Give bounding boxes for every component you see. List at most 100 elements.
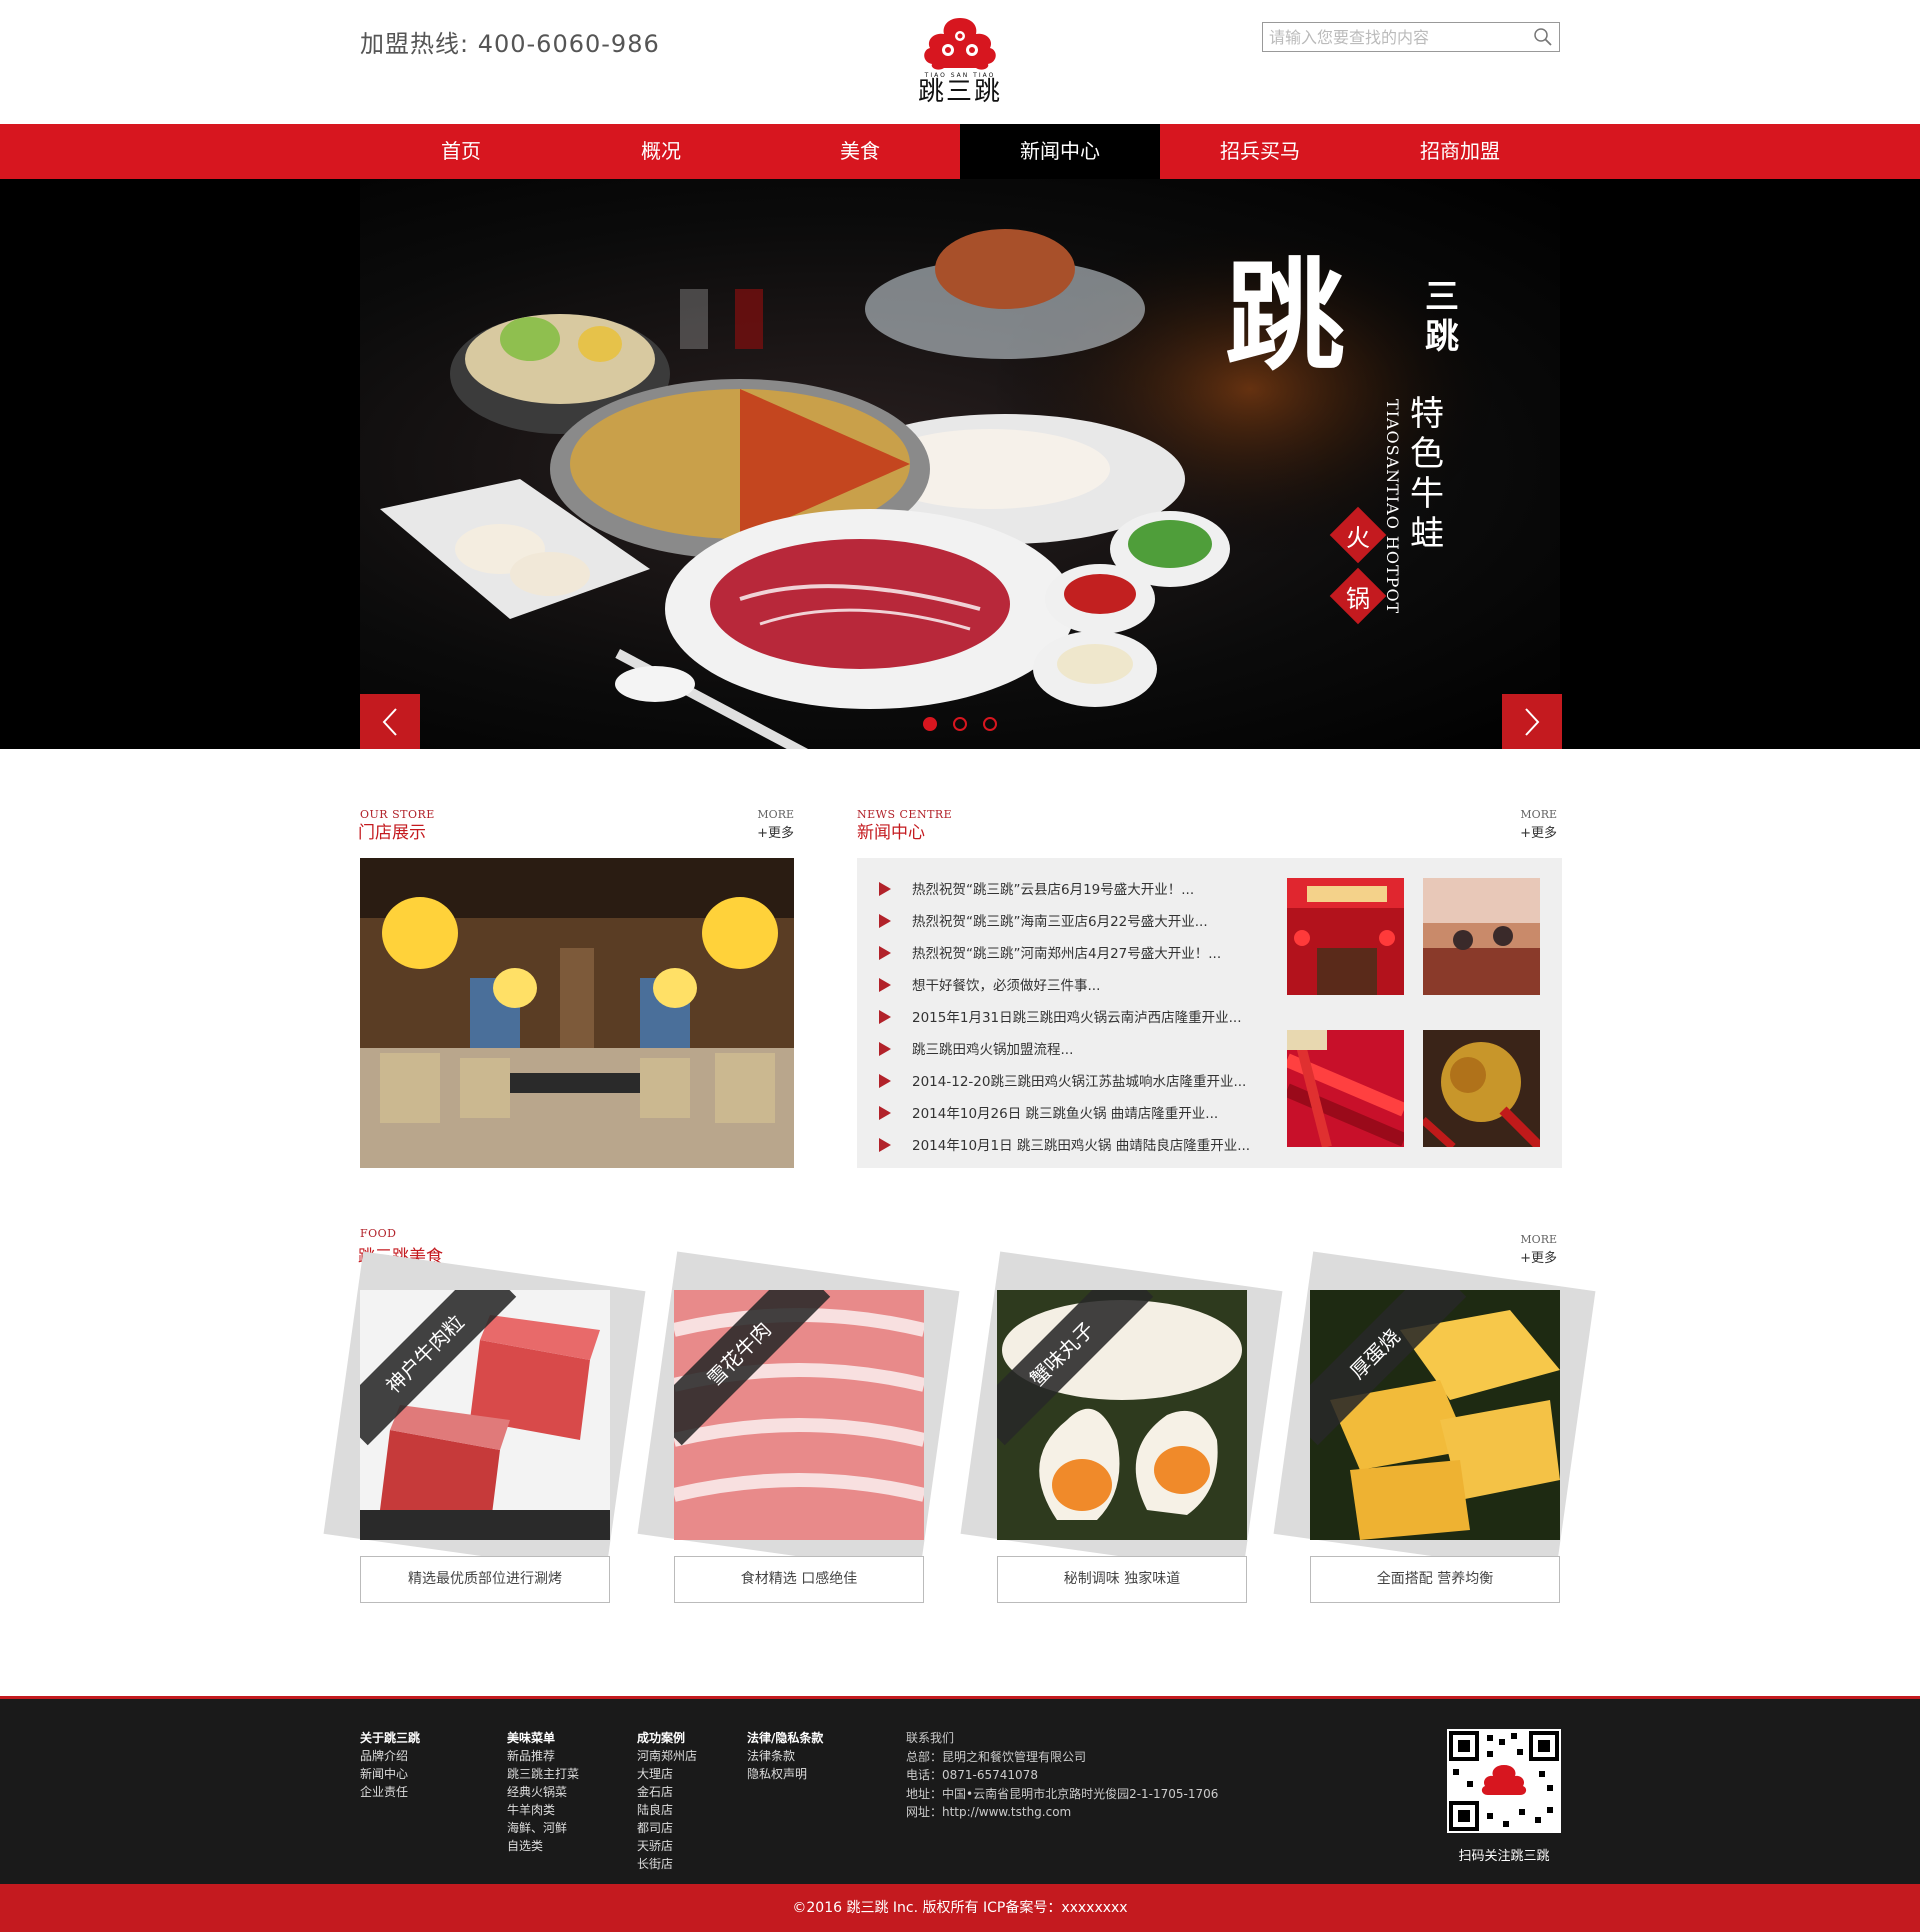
news-more-en: MORE: [1520, 808, 1557, 821]
banner-tag-2: 锅: [1346, 585, 1370, 613]
banner-food-image: [360, 179, 1560, 749]
food-image: 厚蛋烧: [1310, 1290, 1560, 1540]
footer-link[interactable]: 陆良店: [637, 1801, 697, 1819]
hotpot-illustration: [380, 219, 1510, 749]
banner-next-button[interactable]: [1502, 694, 1562, 749]
footer-link[interactable]: 牛羊肉类: [507, 1801, 579, 1819]
contact-line: 总部：昆明之和餐饮管理有限公司: [906, 1749, 1087, 1764]
news-item[interactable]: 2014年10月26日 跳三跳鱼火锅 曲靖店隆重开业...: [857, 1102, 1277, 1122]
news-item[interactable]: 热烈祝贺“跳三跳”河南郑州店4月27号盛大开业！...: [857, 942, 1277, 962]
contact-line: 网址：http://www.tsthg.com: [906, 1805, 1072, 1819]
footer-link[interactable]: 海鲜、河鲜: [507, 1819, 579, 1837]
footer-heading: 关于跳三跳: [360, 1731, 421, 1745]
store-more-link[interactable]: +更多: [734, 822, 794, 841]
store-photo[interactable]: [360, 858, 794, 1168]
triangle-bullet-icon: [879, 1010, 891, 1024]
food-more-link[interactable]: +更多: [1497, 1247, 1557, 1266]
footer-link[interactable]: 大理店: [637, 1765, 697, 1783]
news-thumb-spices[interactable]: [1423, 1030, 1540, 1147]
site-footer: 关于跳三跳 品牌介绍 新闻中心 企业责任 美味菜单 新品推荐 跳三跳主打菜 经典…: [0, 1696, 1920, 1884]
chevron-right-icon: [1525, 708, 1540, 736]
search-input[interactable]: [1269, 26, 1527, 48]
footer-col-menu: 美味菜单 新品推荐 跳三跳主打菜 经典火锅菜 牛羊肉类 海鲜、河鲜 自选类: [507, 1729, 579, 1855]
footer-link[interactable]: 品牌介绍: [360, 1747, 420, 1765]
food-card[interactable]: 蟹味丸子 秘制调味 独家味道: [960, 1251, 1283, 1605]
footer-link[interactable]: 都司店: [637, 1819, 697, 1837]
footer-link[interactable]: 金石店: [637, 1783, 697, 1801]
storefront-image: [1287, 878, 1404, 995]
triangle-bullet-icon: [879, 914, 891, 928]
food-image: 蟹味丸子: [997, 1290, 1247, 1540]
nav-item-home[interactable]: 首页: [361, 124, 561, 179]
news-more-link[interactable]: +更多: [1497, 822, 1557, 841]
chevron-left-icon: [382, 708, 397, 736]
qr-code: [1447, 1729, 1561, 1833]
banner-prev-button[interactable]: [360, 694, 420, 749]
page: 加盟热线: 400-6060-986 TIAO SAN TIAO 跳三跳 请输入…: [0, 0, 1920, 1932]
qr-caption: 扫码关注跳三跳: [1458, 1849, 1550, 1864]
food-card[interactable]: 神户牛肉粒 精选最优质部位进行涮烤: [323, 1251, 646, 1605]
triangle-bullet-icon: [879, 1074, 891, 1088]
footer-link[interactable]: 隐私权声明: [747, 1765, 823, 1783]
nav-item-overview[interactable]: 概况: [561, 124, 761, 179]
footer-link[interactable]: 自选类: [507, 1837, 579, 1855]
footer-col-legal: 法律/隐私条款 法律条款 隐私权声明: [747, 1729, 823, 1783]
nav-item-franchise[interactable]: 招商加盟: [1360, 124, 1560, 179]
logo-cloud-icon: [924, 18, 996, 70]
news-thumb-dining[interactable]: [1423, 878, 1540, 995]
banner-brand-title: 跳: [1225, 246, 1345, 387]
footer-col-about: 关于跳三跳 品牌介绍 新闻中心 企业责任: [360, 1729, 420, 1801]
footer-link[interactable]: 经典火锅菜: [507, 1783, 579, 1801]
triangle-bullet-icon: [879, 946, 891, 960]
food-caption: 食材精选 口感绝佳: [674, 1556, 924, 1603]
restaurant-interior-image: [360, 858, 794, 1168]
footer-link[interactable]: 跳三跳主打菜: [507, 1765, 579, 1783]
chili-pepper-image: [1287, 1030, 1404, 1147]
banner-dot-1[interactable]: [923, 717, 937, 731]
triangle-bullet-icon: [879, 1042, 891, 1056]
site-header: 加盟热线: 400-6060-986 TIAO SAN TIAO 跳三跳: [0, 0, 1920, 124]
footer-contact: 联系我们 总部：昆明之和餐饮管理有限公司 电话：0871-65741078 地址…: [906, 1729, 1218, 1822]
nav-item-news[interactable]: 新闻中心: [960, 124, 1160, 179]
footer-heading: 美味菜单: [507, 1731, 556, 1745]
news-item[interactable]: 热烈祝贺“跳三跳”云县店6月19号盛大开业！...: [857, 878, 1277, 898]
food-card[interactable]: 厚蛋烧 全面搭配 营养均衡: [1273, 1251, 1596, 1605]
footer-link[interactable]: 新闻中心: [360, 1765, 420, 1783]
footer-heading: 法律/隐私条款: [747, 1731, 824, 1745]
footer-link[interactable]: 天骄店: [637, 1837, 697, 1855]
food-caption: 精选最优质部位进行涮烤: [360, 1556, 610, 1603]
footer-link[interactable]: 新品推荐: [507, 1747, 579, 1765]
news-item[interactable]: 想干好餐饮，必须做好三件事...: [857, 974, 1277, 994]
banner-tag-1: 火: [1346, 524, 1370, 552]
search-box: [1262, 22, 1560, 52]
search-icon[interactable]: [1533, 27, 1553, 47]
news-item[interactable]: 2014-12-20跳三跳田鸡火锅江苏盐城响水店隆重开业...: [857, 1070, 1277, 1090]
news-item[interactable]: 热烈祝贺“跳三跳”海南三亚店6月22号盛大开业...: [857, 910, 1277, 930]
dining-room-image: [1423, 878, 1540, 995]
nav-item-recruit[interactable]: 招兵买马: [1160, 124, 1360, 179]
banner-dot-3[interactable]: [983, 717, 997, 731]
footer-col-cases: 成功案例 河南郑州店 大理店 金石店 陆良店 都司店 天骄店 长街店: [637, 1729, 697, 1873]
hero-banner: 跳 三跳 特色牛蛙 TIAOSANTIAO HOTPOT 火 锅: [0, 179, 1920, 749]
food-card[interactable]: 雪花牛肉 食材精选 口感绝佳: [637, 1251, 960, 1605]
banner-dot-2[interactable]: [953, 717, 967, 731]
news-item[interactable]: 跳三跳田鸡火锅加盟流程...: [857, 1038, 1277, 1058]
banner-brand-subtitle: 三跳: [1425, 277, 1459, 357]
news-item[interactable]: 2015年1月31日跳三跳田鸡火锅云南泸西店隆重开业...: [857, 1006, 1277, 1026]
footer-link[interactable]: 法律条款: [747, 1747, 823, 1765]
news-panel: 热烈祝贺“跳三跳”云县店6月19号盛大开业！... 热烈祝贺“跳三跳”海南三亚店…: [857, 858, 1562, 1168]
store-more-en: MORE: [757, 808, 794, 821]
news-thumb-storefront[interactable]: [1287, 878, 1404, 995]
hotline-text: 加盟热线: 400-6060-986: [360, 30, 660, 58]
contact-heading: 联系我们: [906, 1731, 955, 1745]
nav-item-food[interactable]: 美食: [760, 124, 960, 179]
contact-line: 地址：中国•云南省昆明市北京路时光俊园2-1-1705-1706: [906, 1786, 1219, 1801]
news-thumb-chili[interactable]: [1287, 1030, 1404, 1147]
footer-link[interactable]: 长街店: [637, 1855, 697, 1873]
triangle-bullet-icon: [879, 978, 891, 992]
news-title: 新闻中心: [857, 823, 925, 843]
site-logo[interactable]: TIAO SAN TIAO 跳三跳: [912, 14, 1008, 112]
news-item[interactable]: 2014年10月1日 跳三跳田鸡火锅 曲靖陆良店隆重开业...: [857, 1134, 1277, 1154]
footer-link[interactable]: 河南郑州店: [637, 1747, 697, 1765]
footer-link[interactable]: 企业责任: [360, 1783, 420, 1801]
